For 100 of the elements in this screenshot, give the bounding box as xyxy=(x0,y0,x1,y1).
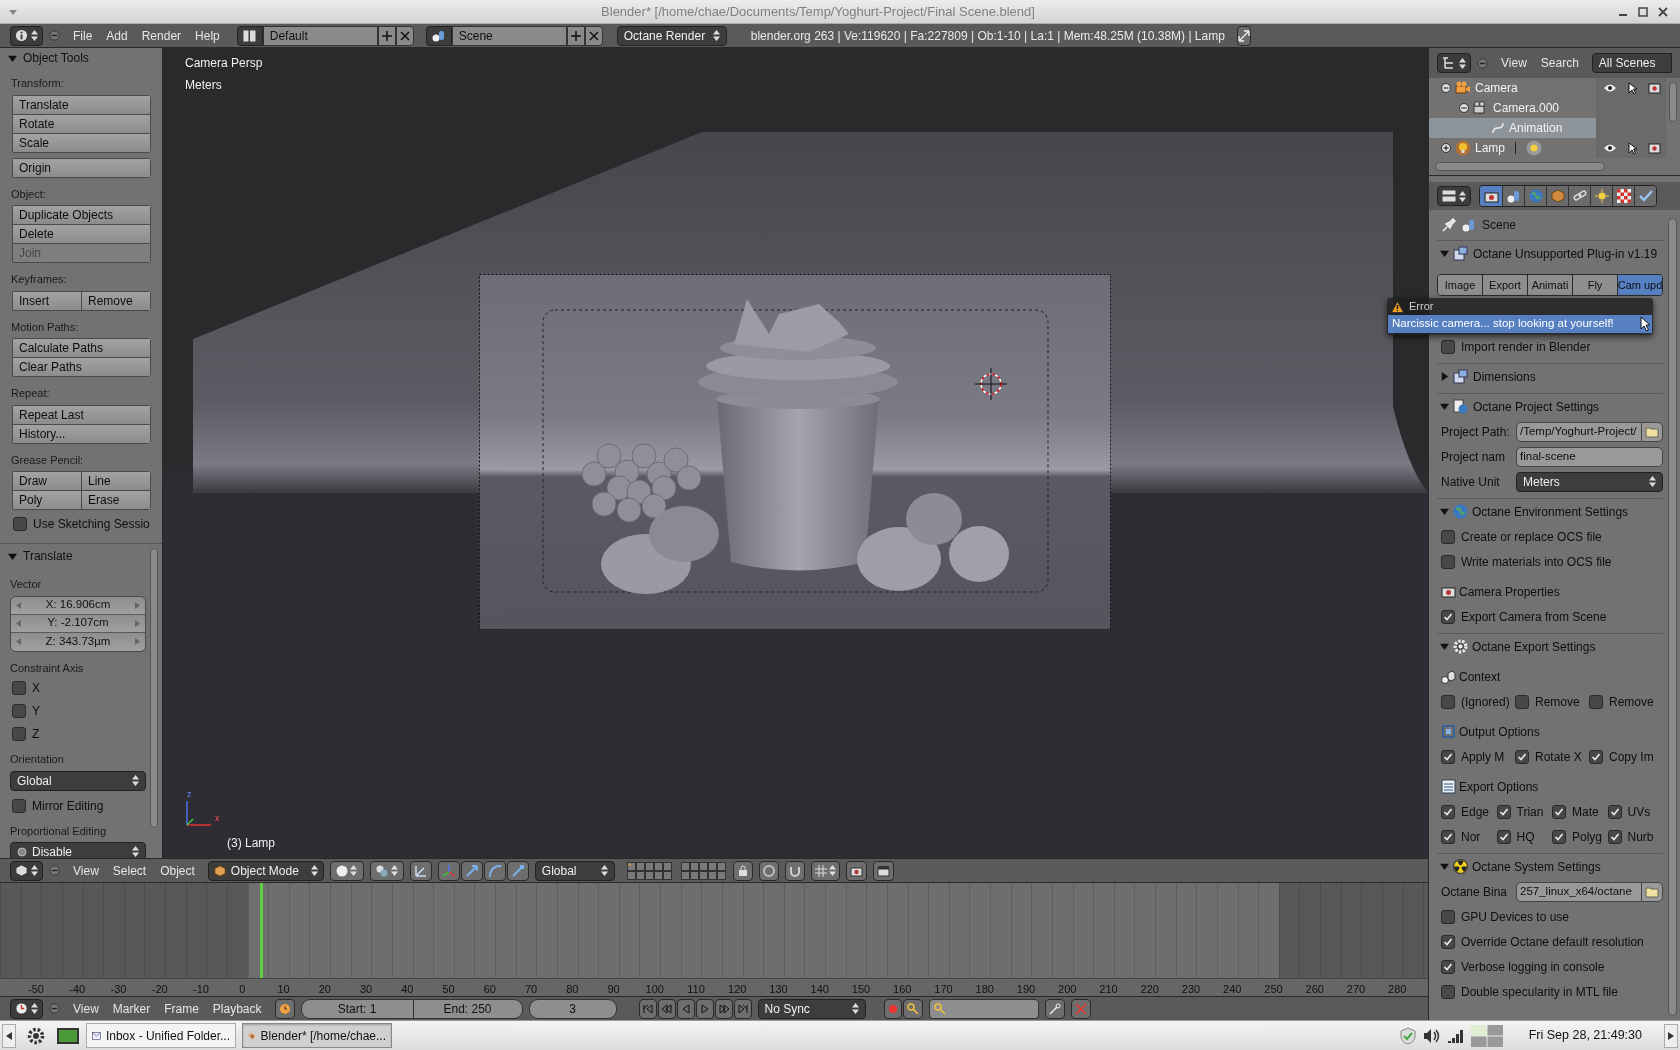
layout-field[interactable]: Default xyxy=(262,25,378,46)
horizontal-scrollbar[interactable] xyxy=(1435,162,1605,171)
scale-manipulator-button[interactable] xyxy=(506,860,529,881)
expanded-triangle-icon[interactable] xyxy=(1440,862,1449,871)
checkbox[interactable] xyxy=(1607,804,1622,819)
cursor-icon[interactable] xyxy=(1627,81,1637,95)
menu-item[interactable]: Select xyxy=(105,861,154,880)
error-message[interactable]: Narcissic camera... stop looking at yourself! xyxy=(1388,315,1652,333)
context-tab[interactable] xyxy=(1634,186,1656,206)
scrollbar[interactable] xyxy=(1669,82,1677,122)
checkbox[interactable] xyxy=(12,681,26,695)
panel-title[interactable]: Octane Project Settings xyxy=(1473,397,1600,416)
tool-button[interactable]: Duplicate Objects xyxy=(12,205,151,225)
remove-button[interactable] xyxy=(395,25,414,46)
speaker-icon[interactable] xyxy=(1422,1027,1441,1044)
checkbox[interactable] xyxy=(1515,749,1529,764)
mode-dropdown[interactable]: Object Mode xyxy=(207,860,324,881)
window-menu-icon[interactable] xyxy=(8,7,18,16)
checkbox[interactable] xyxy=(1441,909,1455,924)
orientation-dropdown[interactable]: Global xyxy=(10,770,146,791)
remove-button[interactable] xyxy=(584,25,603,46)
expanded-triangle-icon[interactable] xyxy=(1440,507,1449,516)
context-tab[interactable] xyxy=(1590,186,1612,206)
insert-keyframe-button[interactable] xyxy=(1044,998,1065,1019)
checkbox[interactable] xyxy=(1589,749,1603,764)
text-field[interactable]: 257_linux_x64/octane xyxy=(1516,881,1642,902)
checkbox[interactable] xyxy=(1515,694,1529,709)
start-frame-field[interactable]: Start: 1 xyxy=(300,998,414,1019)
translate-manipulator-button[interactable] xyxy=(437,860,460,881)
panel-title[interactable]: Octane System Settings xyxy=(1472,857,1601,876)
browse-button[interactable] xyxy=(1641,881,1663,902)
checkbox[interactable] xyxy=(12,798,26,813)
screen-layout-icon[interactable] xyxy=(243,29,257,42)
unit-dropdown[interactable]: Meters xyxy=(1516,471,1663,492)
scene-icon[interactable] xyxy=(431,28,446,43)
menu-item[interactable]: Search xyxy=(1533,54,1586,72)
tool-button[interactable]: Draw xyxy=(12,471,82,491)
scrollbar[interactable] xyxy=(150,548,158,828)
checkbox[interactable] xyxy=(12,727,26,741)
taskbar-button[interactable]: Inbox - Unified Folder... xyxy=(86,1023,236,1048)
checkbox[interactable] xyxy=(1441,804,1455,819)
layers-grid-icon[interactable] xyxy=(680,861,727,880)
gear-icon[interactable] xyxy=(26,1025,46,1046)
monitor-icon[interactable] xyxy=(56,1025,80,1046)
playback-button[interactable] xyxy=(676,998,695,1019)
panel-title[interactable]: Object Tools xyxy=(23,49,89,67)
expanded-triangle-icon[interactable] xyxy=(8,551,17,561)
tool-button[interactable]: Line xyxy=(81,471,151,491)
checkbox[interactable] xyxy=(1441,529,1455,544)
checkbox[interactable] xyxy=(1441,959,1455,974)
keying-set-field[interactable] xyxy=(928,998,1039,1019)
panel-title[interactable]: Octane Unsupported Plug-in v1.19 xyxy=(1473,244,1658,263)
tab[interactable]: Cam upd xyxy=(1617,275,1662,295)
outliner-row[interactable]: Camera xyxy=(1429,78,1666,98)
outliner-row[interactable]: Lamp xyxy=(1429,138,1666,158)
proportional-button[interactable] xyxy=(758,860,779,881)
camera-icon[interactable] xyxy=(1647,142,1661,154)
editor-type-button[interactable] xyxy=(1437,53,1471,73)
signal-bars-icon[interactable] xyxy=(1446,1027,1465,1044)
expanded-triangle-icon[interactable] xyxy=(8,53,17,63)
render-still-button[interactable] xyxy=(845,860,867,881)
panel-title[interactable]: Octane Environment Settings xyxy=(1472,502,1629,521)
proportional-dropdown[interactable]: Disable xyxy=(10,842,146,858)
panel-title[interactable]: Translate xyxy=(23,547,73,565)
layers-grid-icon[interactable] xyxy=(626,861,673,880)
context-tab[interactable] xyxy=(1568,186,1590,206)
scroll-left-button[interactable] xyxy=(2,1023,16,1048)
menu-item[interactable]: Object xyxy=(153,861,202,880)
shading-button[interactable] xyxy=(329,860,364,881)
context-tab[interactable] xyxy=(1612,186,1634,206)
checkbox[interactable] xyxy=(1552,829,1566,844)
editor-type-button[interactable] xyxy=(10,25,43,46)
menu-item[interactable]: Frame xyxy=(157,999,206,1018)
panel-title[interactable]: Octane Export Settings xyxy=(1472,637,1596,656)
scene-field[interactable]: Scene xyxy=(451,25,567,46)
playback-button[interactable] xyxy=(695,998,714,1019)
outliner-row[interactable]: Camera.000 xyxy=(1429,98,1666,118)
checkbox[interactable] xyxy=(1496,829,1511,844)
checkbox[interactable] xyxy=(1441,554,1455,569)
collapse-menu-icon[interactable] xyxy=(1477,57,1488,69)
snap-element-button[interactable] xyxy=(810,860,840,881)
orientation-dropdown[interactable]: Global xyxy=(534,860,615,881)
pivot-button[interactable] xyxy=(369,860,404,881)
menu-item[interactable]: View xyxy=(66,999,106,1018)
tool-button[interactable]: Erase xyxy=(81,490,151,510)
checkbox[interactable] xyxy=(1441,829,1455,844)
playback-button[interactable] xyxy=(733,998,752,1019)
tab[interactable]: Image xyxy=(1438,275,1482,295)
checkbox[interactable] xyxy=(1441,749,1455,764)
editor-type-button[interactable] xyxy=(1437,186,1471,206)
context-tab[interactable] xyxy=(1480,186,1502,206)
checkbox[interactable] xyxy=(1441,984,1455,999)
tool-button[interactable]: Origin xyxy=(12,157,151,178)
taskbar-button[interactable]: Blender* [/home/chae... xyxy=(242,1023,392,1048)
end-frame-field[interactable]: End: 250 xyxy=(412,998,523,1019)
context-tab[interactable] xyxy=(1524,186,1546,206)
playback-button[interactable] xyxy=(657,998,676,1019)
expand-icon[interactable] xyxy=(1441,143,1451,153)
checkbox[interactable] xyxy=(1441,934,1455,949)
menu-item[interactable]: Help xyxy=(188,26,227,45)
